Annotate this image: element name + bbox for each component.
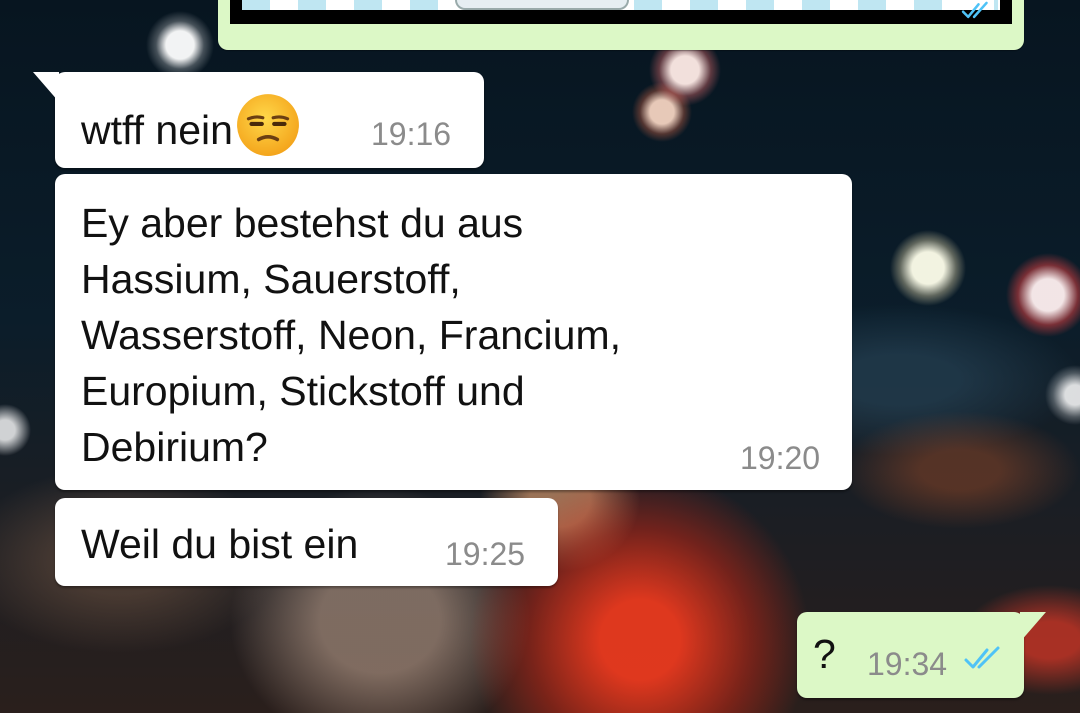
bubble-tail — [1020, 612, 1046, 642]
incoming-message[interactable]: Weil du bist ein 19:25 — [55, 498, 558, 586]
message-line: Wasserstoff, Neon, Francium, — [81, 312, 622, 358]
double-check-icon — [961, 1, 988, 19]
bubble-tail — [33, 72, 59, 102]
message-text-row: wtff nein — [81, 92, 301, 158]
message-text: Weil du bist ein — [81, 521, 359, 567]
unamused-face-icon — [237, 94, 299, 156]
message-timestamp: 19:16 — [371, 116, 452, 152]
message-text: wtff nein — [81, 107, 233, 153]
outgoing-message[interactable]: ? 19:34 — [797, 612, 1046, 698]
message-line: Debirium? — [81, 424, 268, 470]
message-line: Ey aber bestehst du aus — [81, 200, 524, 246]
outgoing-image-message[interactable] — [218, 0, 1024, 50]
message-timestamp: 19:34 — [867, 646, 948, 682]
message-line: Hassium, Sauerstoff, — [81, 256, 461, 302]
image-shape — [455, 0, 629, 10]
message-text: ? — [813, 631, 836, 677]
message-timestamp: 19:25 — [445, 536, 526, 572]
double-check-icon — [964, 646, 1000, 669]
message-image[interactable] — [230, 0, 1012, 24]
incoming-message[interactable]: Ey aber bestehst du aus Hassium, Sauerst… — [55, 174, 852, 490]
message-timestamp: 19:20 — [740, 440, 821, 476]
message-line: Europium, Stickstoff und — [81, 368, 525, 414]
incoming-message[interactable]: wtff nein 19:16 — [33, 72, 484, 168]
